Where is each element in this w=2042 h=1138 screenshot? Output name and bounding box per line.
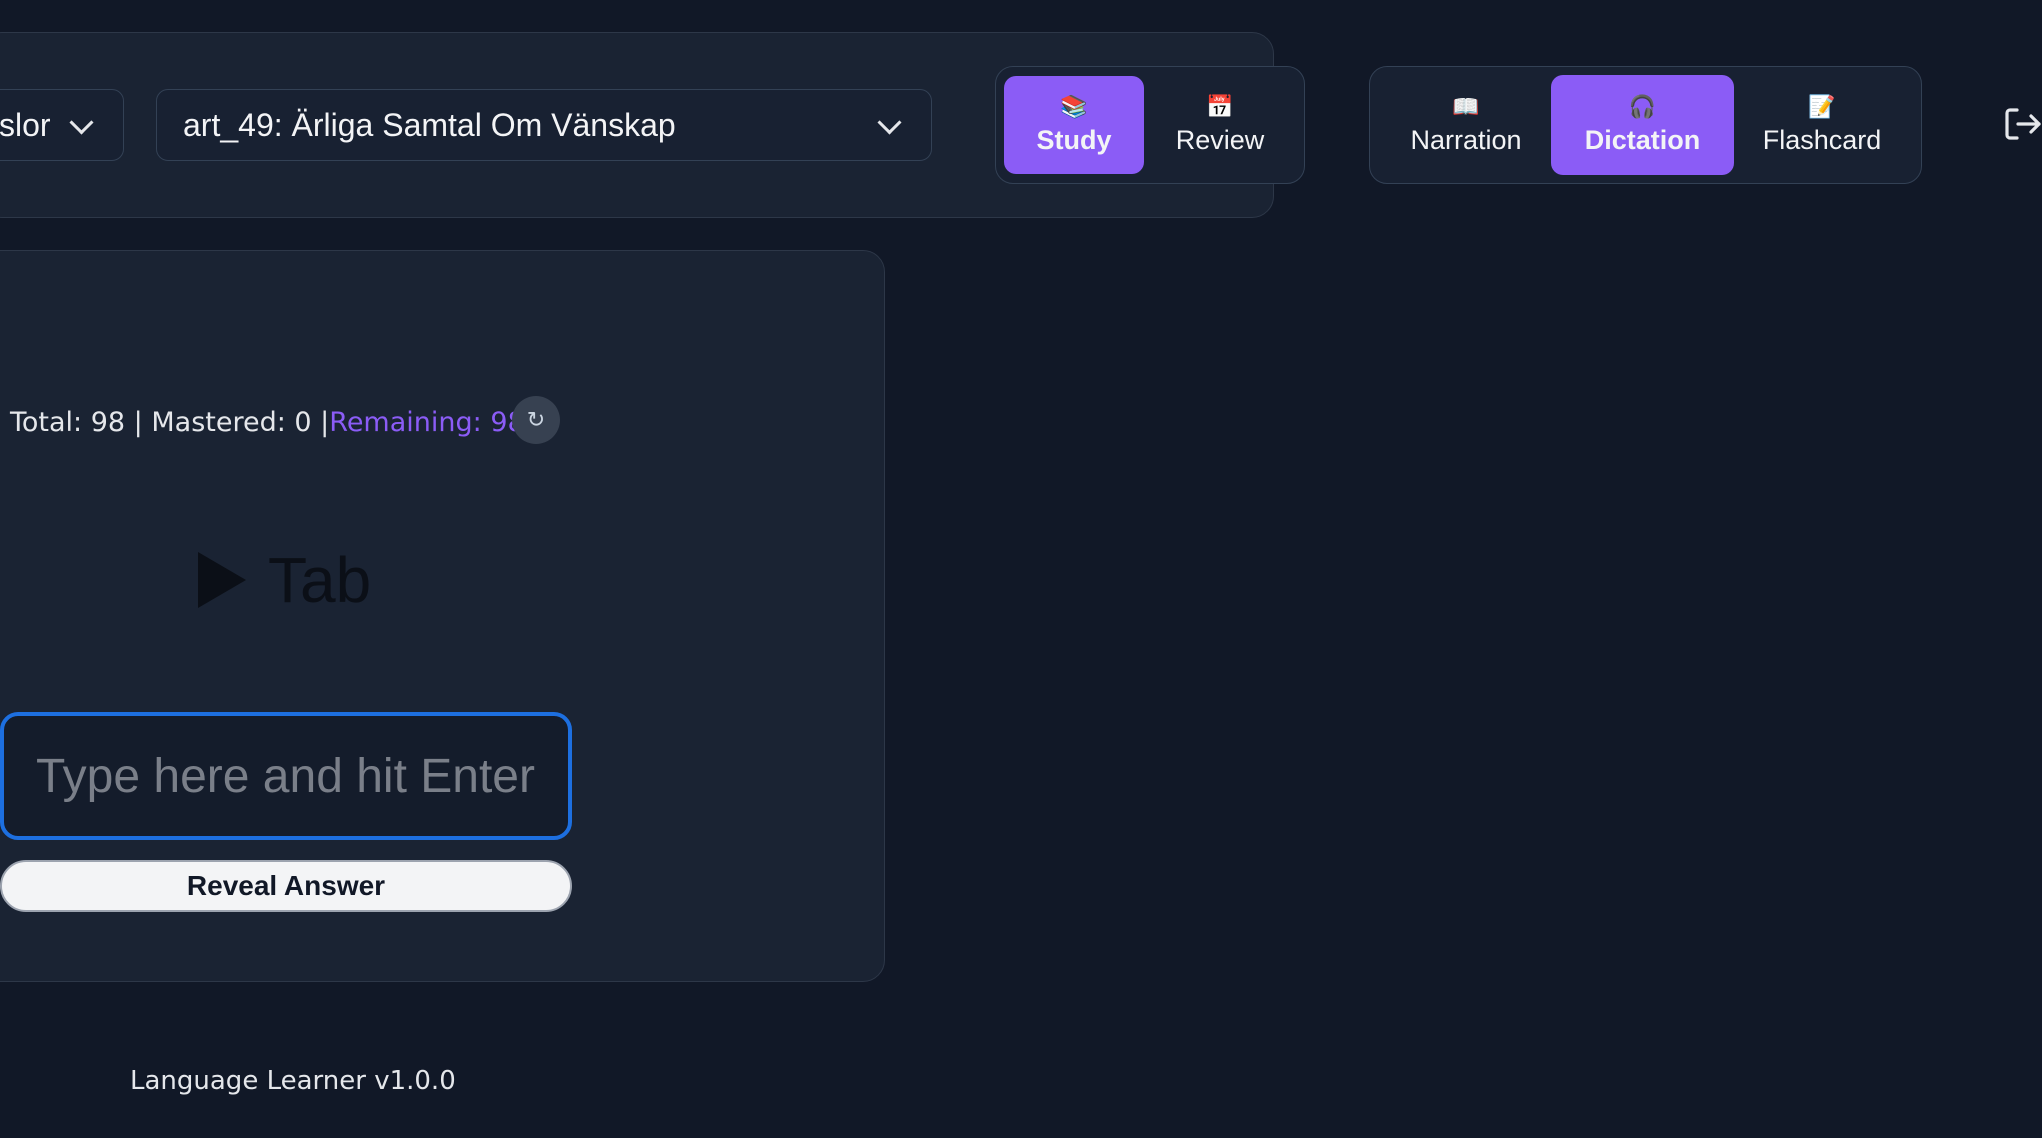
tab-study[interactable]: 📚 Study — [1004, 76, 1144, 174]
reveal-answer-button[interactable]: Reveal Answer — [0, 860, 572, 912]
tab-narration[interactable]: 📖 Narration — [1380, 76, 1552, 174]
tab-narration-label: Narration — [1410, 124, 1522, 155]
prompt-word: Tab — [268, 544, 372, 616]
tab-dictation-label: Dictation — [1584, 124, 1701, 155]
article-select[interactable]: art_49: Ärliga Samtal Om Vänskap — [156, 89, 932, 161]
tab-review-label: Review — [1175, 124, 1265, 155]
stats-remaining: Remaining: 98 — [329, 406, 525, 438]
tab-dictation[interactable]: 🎧 Dictation — [1551, 75, 1734, 175]
progress-stats: Total: 98 | Mastered: 0 | Remaining: 98 — [10, 402, 525, 442]
open-book-icon: 📖 — [1452, 93, 1480, 119]
tab-study-label: Study — [1036, 124, 1112, 155]
memo-icon: 📝 — [1808, 93, 1836, 119]
play-icon — [198, 552, 246, 608]
app-version-footer: Language Learner v1.0.0 — [130, 1066, 456, 1096]
answer-input[interactable] — [0, 712, 572, 840]
logout-icon[interactable] — [2002, 104, 2042, 144]
chevron-down-icon — [877, 110, 902, 135]
refresh-button[interactable]: ↻ — [512, 396, 560, 444]
calendar-icon: 📅 — [1206, 93, 1234, 119]
play-audio-button[interactable]: Tab — [198, 540, 371, 620]
stats-totals: Total: 98 | Mastered: 0 | — [10, 406, 330, 438]
tab-review[interactable]: 📅 Review — [1150, 76, 1290, 174]
refresh-icon: ↻ — [526, 407, 546, 433]
article-select-value: art_49: Ärliga Samtal Om Vänskap — [183, 106, 676, 143]
tab-flashcard[interactable]: 📝 Flashcard — [1736, 76, 1908, 174]
headphones-icon: 🎧 — [1628, 93, 1657, 119]
tab-flashcard-label: Flashcard — [1762, 124, 1882, 155]
language-select-value: slor — [0, 106, 51, 143]
language-select[interactable]: slor — [0, 89, 124, 161]
chevron-down-icon — [69, 110, 94, 135]
books-icon: 📚 — [1060, 93, 1088, 119]
